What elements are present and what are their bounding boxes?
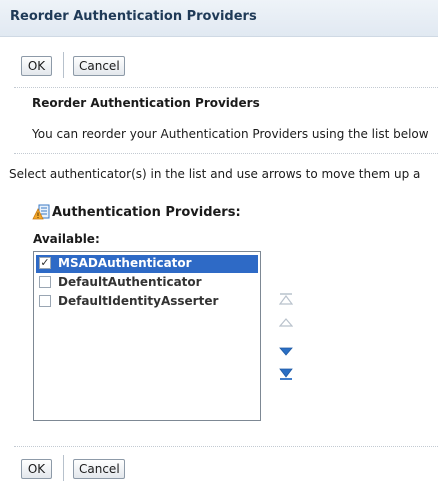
button-separator [63,52,64,78]
cancel-button[interactable]: Cancel [73,56,125,76]
page-header: Reorder Authentication Providers [0,0,438,37]
item-checkbox[interactable] [39,295,51,307]
item-checkbox[interactable] [39,276,51,288]
providers-title: Authentication Providers: [52,205,241,220]
list-item-msadauthenticator[interactable]: ✓ MSADAuthenticator [36,255,258,273]
move-top-icon[interactable] [279,293,293,305]
move-down-icon[interactable] [279,345,293,357]
ok-button[interactable]: OK [21,56,52,76]
move-bottom-icon[interactable] [279,368,293,380]
page-title: Reorder Authentication Providers [10,9,257,24]
cancel-button-bottom[interactable]: Cancel [73,459,125,479]
section-title: Reorder Authentication Providers [32,96,260,110]
providers-icon [32,204,50,220]
list-item-defaultidentityasserter[interactable]: DefaultIdentityAsserter [36,293,258,311]
move-up-icon[interactable] [279,316,293,328]
item-label: DefaultIdentityAsserter [58,294,219,308]
divider [14,446,438,447]
item-label: MSADAuthenticator [58,256,192,270]
button-separator [63,455,64,481]
divider [14,87,438,88]
available-list[interactable]: ✓ MSADAuthenticator DefaultAuthenticator… [33,251,261,421]
ok-button-bottom[interactable]: OK [21,459,52,479]
item-checkbox[interactable]: ✓ [39,257,51,269]
instruction-text: Select authenticator(s) in the list and … [9,167,421,181]
available-label: Available: [33,232,100,246]
divider [14,153,438,154]
item-label: DefaultAuthenticator [58,275,202,289]
section-description: You can reorder your Authentication Prov… [32,127,429,141]
list-item-defaultauthenticator[interactable]: DefaultAuthenticator [36,274,258,292]
